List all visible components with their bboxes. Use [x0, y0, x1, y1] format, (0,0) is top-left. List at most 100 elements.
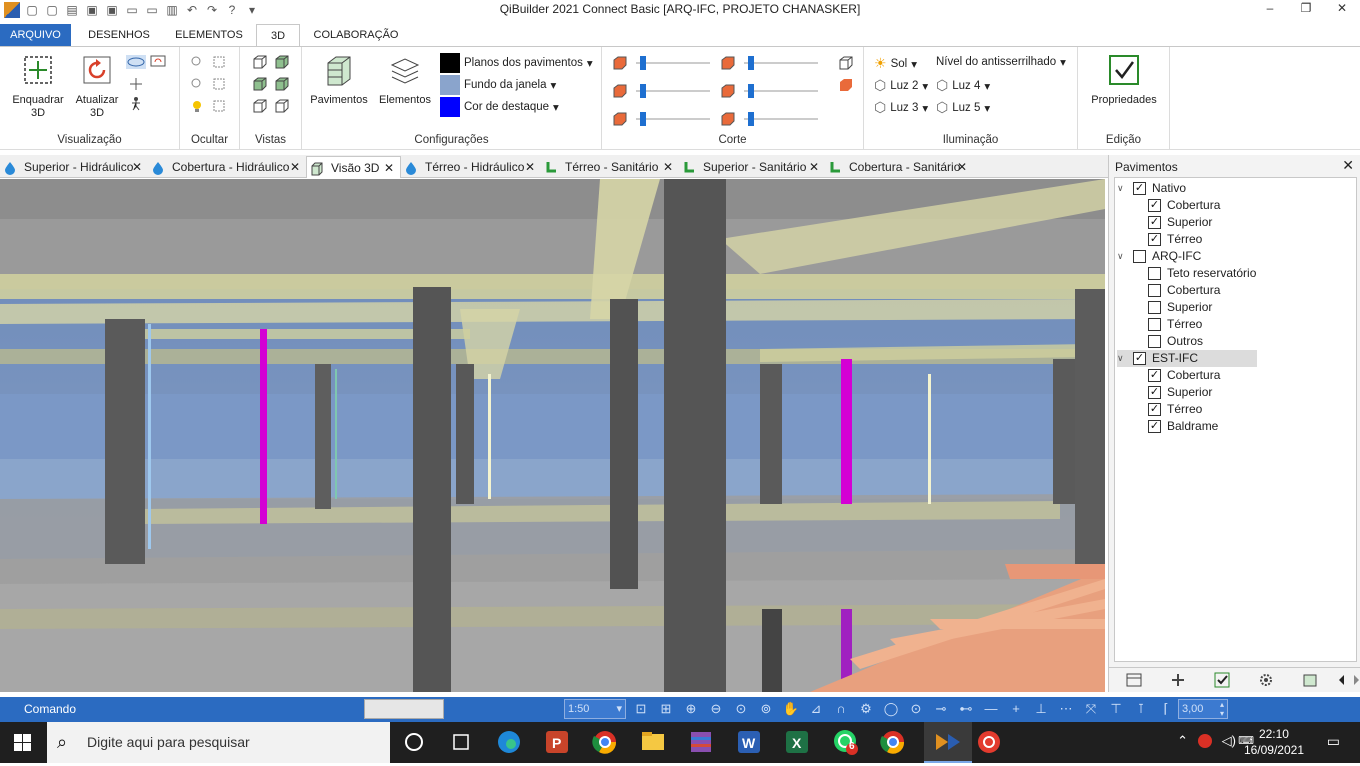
close-tab-icon[interactable]: ✕	[290, 156, 300, 178]
tree-item[interactable]: Outros	[1148, 333, 1203, 350]
close-tab-icon[interactable]: ✕	[957, 156, 967, 178]
tree-checkbox[interactable]: ✓	[1148, 420, 1161, 433]
tree-item[interactable]: ✓ Superior	[1148, 214, 1212, 231]
snap-perpendicular-icon[interactable]: ⊥	[1032, 700, 1050, 718]
sol-dropdown[interactable]: ☀ Sol ▾	[874, 55, 917, 72]
floor-plan-icon[interactable]	[1125, 672, 1143, 688]
snap-settings-icon[interactable]: ⚙	[857, 700, 875, 718]
walk-icon[interactable]	[128, 97, 144, 111]
expand-chevron-icon[interactable]: ∨	[1117, 180, 1129, 197]
tree-checkbox[interactable]	[1148, 335, 1161, 348]
fundo-janela-dropdown[interactable]: Fundo da janela ▾	[440, 75, 556, 95]
pan-icon[interactable]	[128, 77, 144, 91]
view-left-icon[interactable]	[252, 77, 268, 91]
cut-z-max-slider[interactable]	[744, 112, 818, 126]
doc-tab[interactable]: Térreo - Sanitário ✕	[541, 156, 679, 178]
view-front-icon[interactable]	[274, 55, 290, 69]
cut-solid-icon[interactable]	[838, 78, 854, 92]
tree-checkbox[interactable]: ✓	[1148, 403, 1161, 416]
tree-checkbox[interactable]	[1133, 250, 1146, 263]
word-icon[interactable]: W	[732, 722, 780, 763]
pavimentos-button[interactable]: Pavimentos	[308, 53, 370, 107]
luz4-dropdown[interactable]: ⬡ Luz 4 ▾	[936, 77, 990, 94]
luz5-dropdown[interactable]: ⬡ Luz 5 ▾	[936, 99, 990, 116]
tree-checkbox[interactable]: ✓	[1148, 233, 1161, 246]
magnet-icon[interactable]: ∩	[832, 700, 850, 718]
snap-nearest-icon[interactable]: ⤧	[1082, 700, 1100, 718]
enquadrar-3d-button[interactable]: Enquadrar 3D	[8, 53, 68, 120]
tree-item[interactable]: ✓ Cobertura	[1148, 367, 1220, 384]
tree-checkbox[interactable]: ✓	[1148, 369, 1161, 382]
close-window-button[interactable]: ✕	[1324, 0, 1360, 18]
doc-tab[interactable]: Cobertura - Sanitário ✕	[825, 156, 973, 178]
taskbar-search-box[interactable]: ⌕ Digite aqui para pesquisar	[47, 722, 390, 763]
view-right-icon[interactable]	[274, 77, 290, 91]
command-input[interactable]	[364, 699, 444, 719]
tree-item[interactable]: ✓ Térreo	[1148, 231, 1202, 248]
file-explorer-icon[interactable]	[636, 722, 684, 763]
chrome-profile-icon[interactable]	[876, 722, 924, 763]
pan-hand-icon[interactable]: ✋	[782, 700, 800, 718]
view-back-icon[interactable]	[252, 99, 268, 113]
zoom-window-icon[interactable]: ⊡	[632, 700, 650, 718]
cor-destaque-dropdown[interactable]: Cor de destaque ▾	[440, 97, 559, 117]
hide-others-icon[interactable]	[190, 77, 206, 91]
view-iso-icon[interactable]	[274, 99, 290, 113]
cut-z-min-slider[interactable]	[636, 112, 710, 126]
planos-pavimentos-dropdown[interactable]: Planos dos pavimentos ▾	[440, 53, 593, 73]
doc-tab[interactable]: Superior - Hidráulico ✕	[0, 156, 148, 178]
tree-checkbox[interactable]: ✓	[1148, 386, 1161, 399]
tree-checkbox[interactable]	[1148, 301, 1161, 314]
start-button[interactable]	[0, 722, 46, 763]
restore-button[interactable]: ❐	[1288, 0, 1324, 18]
expand-chevron-icon[interactable]: ∨	[1117, 248, 1129, 265]
snap-midpoint-icon[interactable]: ⊷	[957, 700, 975, 718]
floors-view-icon[interactable]	[1301, 672, 1319, 688]
orbit-icon[interactable]	[126, 55, 146, 69]
doc-tab[interactable]: Visão 3D ✕	[306, 156, 401, 178]
tree-checkbox[interactable]: ✓	[1148, 216, 1161, 229]
tree-item[interactable]: Térreo	[1148, 316, 1202, 333]
tree-group[interactable]: ∨ ✓ EST-IFC	[1117, 350, 1257, 367]
tab-3d[interactable]: 3D	[256, 24, 300, 46]
tree-item[interactable]: ✓ Cobertura	[1148, 197, 1220, 214]
luz3-dropdown[interactable]: ⬡ Luz 3 ▾	[874, 99, 928, 116]
antisserrilhado-dropdown[interactable]: Nível do antisserrilhado ▾	[936, 55, 1066, 69]
elementos-button[interactable]: Elementos	[374, 53, 436, 107]
close-tab-icon[interactable]: ✕	[525, 156, 535, 178]
snap-extension-icon[interactable]: ⋯	[1057, 700, 1075, 718]
cortana-icon[interactable]	[396, 722, 444, 763]
notifications-icon[interactable]: ▭	[1327, 733, 1340, 750]
zoom-realtime-icon[interactable]: ⊚	[757, 700, 775, 718]
tree-checkbox[interactable]	[1148, 284, 1161, 297]
acrobat-icon[interactable]	[972, 722, 1020, 763]
atualizar-3d-button[interactable]: Atualizar 3D	[72, 53, 122, 120]
snap-step-spinner[interactable]: 3,00 ▴ ▾	[1178, 699, 1228, 719]
tree-checkbox[interactable]: ✓	[1148, 199, 1161, 212]
clock[interactable]: 22:10 16/09/2021	[1244, 726, 1304, 758]
qibuilder-taskbar-icon[interactable]	[924, 722, 972, 763]
tab-desenhos[interactable]: DESENHOS	[80, 24, 158, 46]
cut-box-icon[interactable]	[838, 56, 854, 70]
scale-select[interactable]: 1:50 ▾	[564, 699, 626, 719]
cut-x-min-slider[interactable]	[636, 56, 710, 70]
tree-item[interactable]: Superior	[1148, 299, 1212, 316]
cut-y-max-slider[interactable]	[744, 84, 818, 98]
doc-tab[interactable]: Térreo - Hidráulico ✕	[401, 156, 541, 178]
settings-gear-icon[interactable]	[1257, 672, 1275, 688]
tab-colaboracao[interactable]: COLABORAÇÃO	[308, 24, 404, 46]
snap-endpoint-icon[interactable]: ⊸	[932, 700, 950, 718]
snap-center-icon[interactable]: ◯	[882, 700, 900, 718]
3d-viewport[interactable]	[0, 179, 1105, 692]
zoom-previous-icon[interactable]: ⊙	[732, 700, 750, 718]
snap-line-icon[interactable]: —	[982, 700, 1000, 718]
close-panel-button[interactable]: ✕	[1342, 157, 1354, 174]
tree-group[interactable]: ∨ ✓ Nativo	[1117, 180, 1186, 197]
snap-vertical-icon[interactable]: ⊺	[1132, 700, 1150, 718]
grid-step-icon[interactable]: ⌈	[1157, 700, 1175, 718]
tree-checkbox[interactable]: ✓	[1133, 182, 1146, 195]
tree-item[interactable]: Cobertura	[1148, 282, 1220, 299]
doc-tab[interactable]: Cobertura - Hidráulico ✕	[148, 156, 306, 178]
powerpoint-icon[interactable]: P	[540, 722, 588, 763]
ortho-icon[interactable]: ⊿	[807, 700, 825, 718]
